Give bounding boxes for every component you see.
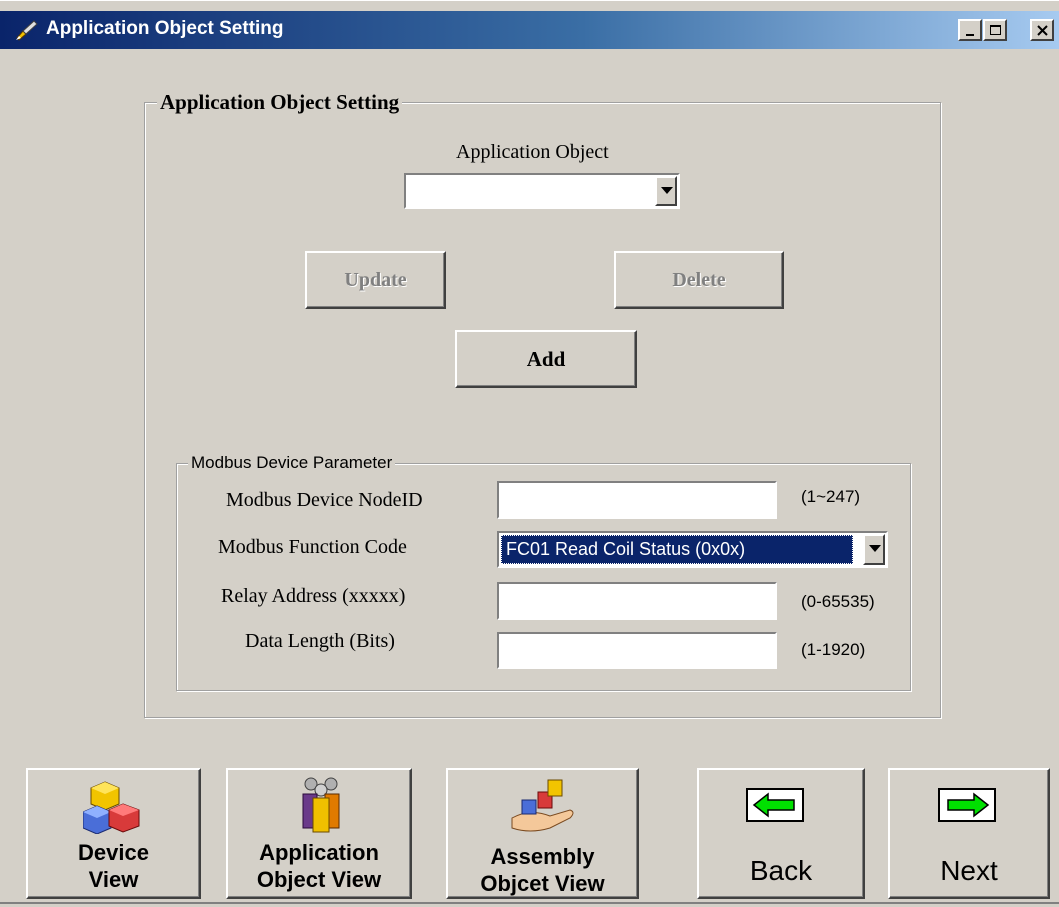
arrow-right-icon <box>938 788 996 822</box>
next-label: Next <box>940 855 998 886</box>
assembly-object-view-button[interactable]: Assembly Objcet View <box>446 768 639 899</box>
node-id-range: (1~247) <box>801 487 861 506</box>
application-object-view-button[interactable]: Application Object View <box>226 768 412 899</box>
paintbrush-icon <box>14 18 40 42</box>
application-object-select[interactable] <box>404 173 680 209</box>
application-object-label: Application Object <box>456 141 609 163</box>
function-code-label: Modbus Function Code <box>218 536 407 558</box>
maximize-icon <box>990 25 1001 35</box>
relay-address-label: Relay Address (xxxxx) <box>221 585 406 607</box>
delete-button[interactable]: Delete <box>614 251 784 309</box>
function-code-select[interactable]: FC01 Read Coil Status (0x0x) <box>497 531 888 568</box>
application-object-setting-legend: Application Object Setting <box>157 90 403 115</box>
chevron-down-icon[interactable] <box>655 176 677 206</box>
close-icon <box>1037 25 1048 36</box>
node-id-input[interactable] <box>497 481 777 519</box>
relay-address-input[interactable] <box>497 582 777 620</box>
chevron-down-icon[interactable] <box>863 534 885 565</box>
function-code-highlight: FC01 Read Coil Status (0x0x) <box>501 535 853 564</box>
assembly-object-view-line2: Objcet View <box>480 871 605 896</box>
delete-button-label: Delete <box>672 268 726 291</box>
people-icon <box>302 777 340 833</box>
node-id-label: Modbus Device NodeID <box>226 489 423 511</box>
data-length-label: Data Length (Bits) <box>245 630 395 652</box>
application-object-view-line1: Application <box>259 840 379 865</box>
add-button-label: Add <box>526 346 566 371</box>
close-button[interactable] <box>1030 19 1054 41</box>
maximize-button[interactable] <box>983 19 1007 41</box>
back-label: Back <box>749 855 813 886</box>
device-view-line1: Device <box>78 840 149 865</box>
update-button[interactable]: Update <box>305 251 446 309</box>
arrow-left-icon <box>746 788 804 822</box>
application-object-view-line2: Object View <box>256 867 382 892</box>
back-button[interactable]: Back <box>697 768 865 899</box>
hand-blocks-icon <box>511 779 574 832</box>
title-bar[interactable]: Application Object Setting <box>0 11 1059 49</box>
add-button[interactable]: Add <box>455 330 637 388</box>
application-object-setting-window: Application Object Setting Application O… <box>0 0 1059 907</box>
minimize-icon <box>966 34 974 36</box>
data-length-range: (1-1920) <box>801 640 866 659</box>
device-view-button[interactable]: Device View <box>26 768 201 899</box>
modbus-device-parameter-legend: Modbus Device Parameter <box>188 453 396 473</box>
device-view-line2: View <box>88 867 139 892</box>
minimize-button[interactable] <box>958 19 982 41</box>
data-length-input[interactable] <box>497 632 777 669</box>
next-button[interactable]: Next <box>888 768 1050 899</box>
update-button-label: Update <box>344 268 407 291</box>
window-title: Application Object Setting <box>46 18 284 39</box>
function-code-value: FC01 Read Coil Status (0x0x) <box>506 539 746 559</box>
assembly-object-view-line1: Assembly <box>490 844 595 869</box>
cubes-icon <box>83 781 140 834</box>
window-bottom-edge <box>0 902 1059 904</box>
relay-address-range: (0-65535) <box>801 592 875 611</box>
